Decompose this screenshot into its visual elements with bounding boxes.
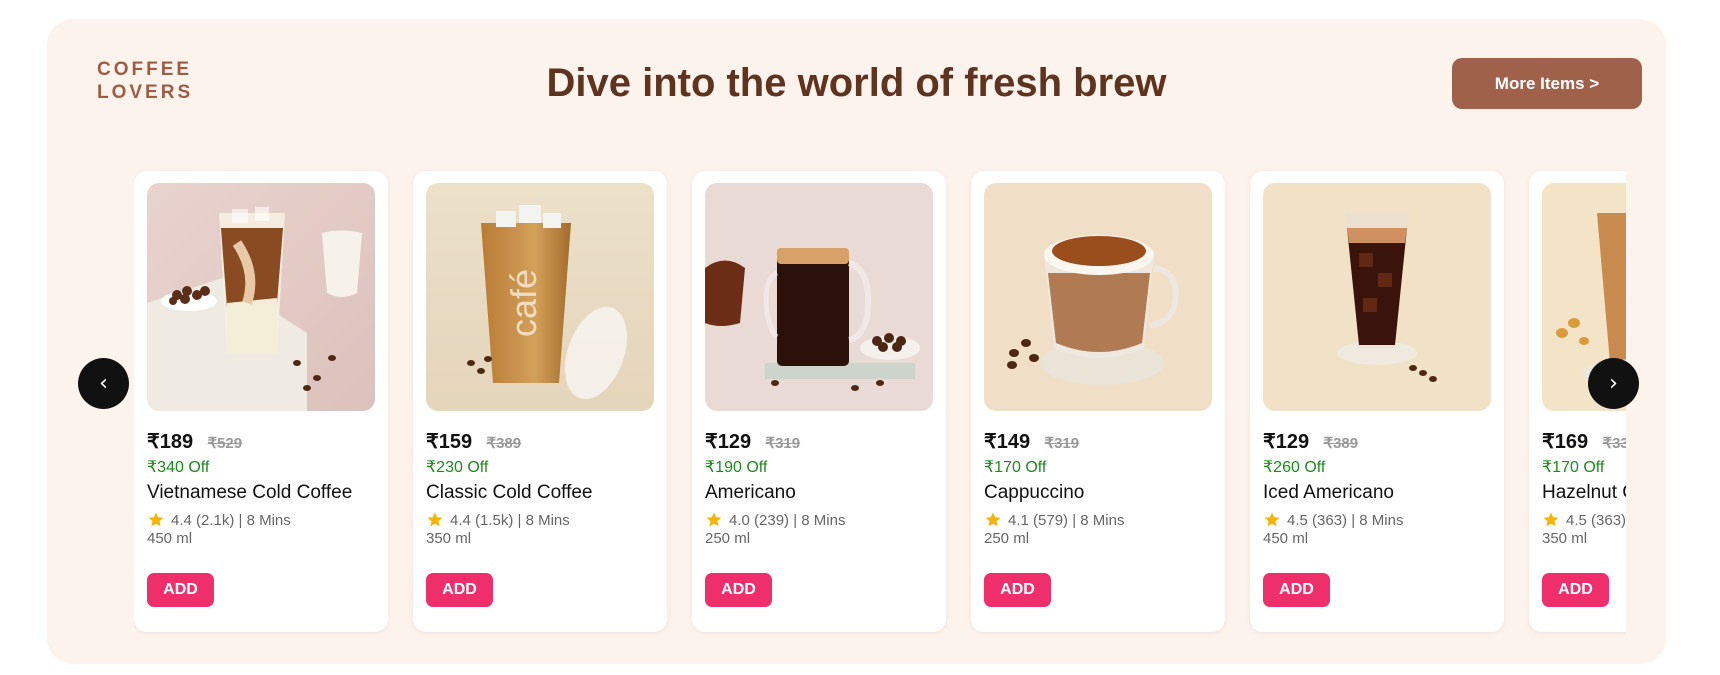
product-rating: 4.1 (579) | 8 Mins [984,511,1124,529]
product-name[interactable]: Cappuccino [984,482,1084,504]
rating-text: 4.4 (2.1k) | 8 Mins [171,511,291,529]
product-card[interactable]: café ₹159 ₹389 ₹230 Off Classic Cold Cof… [413,171,667,632]
product-volume: 350 ml [1542,530,1588,547]
price-row: ₹129 ₹319 [705,429,800,454]
add-to-cart-button[interactable]: ADD [705,573,772,607]
product-volume: 350 ml [426,530,472,547]
product-name[interactable]: Classic Cold Coffee [426,482,593,504]
product-mrp: ₹529 [207,435,243,452]
rating-text: 4.5 (363) | 8 Mins [1566,511,1626,529]
product-name[interactable]: Vietnamese Cold Coffee [147,482,352,504]
more-items-button[interactable]: More Items > [1452,58,1642,109]
svg-text:café: café [503,269,544,337]
product-name[interactable]: Americano [705,482,796,504]
product-discount: ₹190 Off [705,459,768,476]
product-discount: ₹260 Off [1263,459,1326,476]
section-headline: Dive into the world of fresh brew [546,61,1167,105]
product-mrp: ₹319 [1044,435,1080,452]
carousel-next-button[interactable]: › [1588,358,1639,409]
product-discount: ₹230 Off [426,459,489,476]
product-volume: 450 ml [1263,530,1309,547]
product-card[interactable]: ₹129 ₹389 ₹260 Off Iced Americano 4.5 (3… [1250,171,1504,632]
product-card[interactable]: ₹129 ₹319 ₹190 Off Americano 4.0 (239) |… [692,171,946,632]
add-to-cart-button[interactable]: ADD [1542,573,1609,607]
product-rating: 4.5 (363) | 8 Mins [1542,511,1626,529]
product-mrp: ₹389 [1323,435,1359,452]
product-price: ₹129 [1263,431,1310,453]
product-rating: 4.0 (239) | 8 Mins [705,511,845,529]
star-icon [985,512,1001,527]
cappuccino-cup-image[interactable] [984,183,1212,411]
price-row: ₹169 ₹339 [1542,429,1626,454]
rating-text: 4.0 (239) | 8 Mins [729,511,846,529]
product-rating: 4.4 (2.1k) | 8 Mins [147,511,291,529]
product-price: ₹169 [1542,431,1589,453]
add-to-cart-button[interactable]: ADD [1263,573,1330,607]
cold-coffee-cup-with-lid-image[interactable]: café [426,183,654,411]
product-price: ₹189 [147,431,194,453]
add-to-cart-button[interactable]: ADD [426,573,493,607]
product-discount: ₹340 Off [147,459,210,476]
product-rating: 4.5 (363) | 8 Mins [1263,511,1403,529]
americano-glass-mug-image[interactable] [705,183,933,411]
star-icon [1264,512,1280,527]
price-row: ₹129 ₹389 [1263,429,1358,454]
iced-americano-glass-image[interactable] [1263,183,1491,411]
product-volume: 250 ml [705,530,751,547]
product-price: ₹129 [705,431,752,453]
product-carousel-section: COFFEE LOVERS Dive into the world of fre… [47,19,1666,664]
product-price: ₹159 [426,431,473,453]
star-icon [1543,512,1559,527]
product-discount: ₹170 Off [1542,459,1605,476]
price-row: ₹149 ₹319 [984,429,1079,454]
rating-text: 4.1 (579) | 8 Mins [1008,511,1125,529]
carousel-track: ₹189 ₹529 ₹340 Off Vietnamese Cold Coffe… [134,144,1626,644]
product-volume: 250 ml [984,530,1030,547]
rating-text: 4.4 (1.5k) | 8 Mins [450,511,570,529]
product-card[interactable]: ₹189 ₹529 ₹340 Off Vietnamese Cold Coffe… [134,171,388,632]
carousel-prev-button[interactable]: ‹ [78,358,129,409]
product-name[interactable]: Hazelnut Cold Coffee [1542,482,1626,504]
price-row: ₹189 ₹529 [147,429,242,454]
star-icon [427,512,443,527]
product-rating: 4.4 (1.5k) | 8 Mins [426,511,570,529]
rating-text: 4.5 (363) | 8 Mins [1287,511,1404,529]
product-discount: ₹170 Off [984,459,1047,476]
product-volume: 450 ml [147,530,193,547]
price-row: ₹159 ₹389 [426,429,521,454]
vietnamese-cold-coffee-glass-image[interactable] [147,183,375,411]
product-mrp: ₹319 [765,435,801,452]
product-card[interactable]: ₹149 ₹319 ₹170 Off Cappuccino 4.1 (579) … [971,171,1225,632]
product-name[interactable]: Iced Americano [1263,482,1394,504]
product-price: ₹149 [984,431,1031,453]
product-mrp: ₹339 [1602,435,1626,452]
star-icon [148,512,164,527]
add-to-cart-button[interactable]: ADD [147,573,214,607]
star-icon [706,512,722,527]
product-mrp: ₹389 [486,435,522,452]
add-to-cart-button[interactable]: ADD [984,573,1051,607]
